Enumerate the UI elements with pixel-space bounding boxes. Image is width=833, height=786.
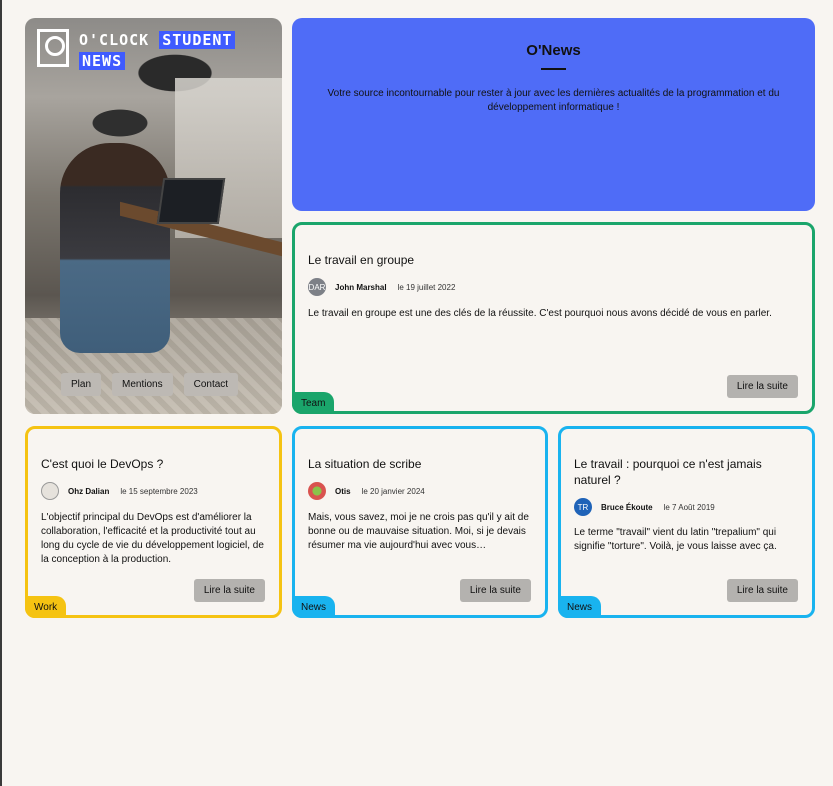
title-divider [541, 68, 566, 70]
page-edge [0, 0, 2, 786]
nav-plan-button[interactable]: Plan [61, 373, 102, 396]
article-title[interactable]: La situation de scribe [308, 456, 421, 472]
author-name: Bruce Ékoute [601, 502, 653, 512]
site-logo[interactable]: O'CLOCK STUDENT NEWS [37, 29, 236, 72]
author-avatar [41, 482, 59, 500]
article-title[interactable]: C'est quoi le DevOps ? [41, 456, 163, 472]
site-banner: O'News Votre source incontournable pour … [292, 18, 815, 211]
article-card-devops: C'est quoi le DevOps ? Ohz Dalian le 15 … [25, 426, 282, 618]
logo-text: O'CLOCK STUDENT NEWS [79, 30, 236, 72]
site-description: Votre source incontournable pour rester … [327, 88, 780, 113]
article-title[interactable]: Le travail : pourquoi ce n'est jamais na… [574, 456, 794, 488]
author-avatar: DAR [308, 278, 326, 296]
author-avatar: TR [574, 498, 592, 516]
author-avatar [308, 482, 326, 500]
author-name: John Marshal [335, 282, 387, 292]
article-meta: DAR John Marshal le 19 juillet 2022 [308, 278, 455, 296]
hero-image: O'CLOCK STUDENT NEWS Plan Mentions Conta… [25, 18, 282, 414]
nav-contact-button[interactable]: Contact [183, 373, 239, 396]
site-title: O'News [526, 42, 581, 59]
category-tag[interactable]: Work [25, 596, 67, 618]
article-meta: Ohz Dalian le 15 septembre 2023 [41, 482, 198, 500]
logo-word-oclock: O'CLOCK [79, 31, 150, 49]
article-card-travail: Le travail : pourquoi ce n'est jamais na… [558, 426, 815, 618]
article-date: le 19 juillet 2022 [397, 282, 456, 292]
article-meta: Otis le 20 janvier 2024 [308, 482, 425, 500]
article-date: le 7 Août 2019 [663, 502, 715, 512]
article-excerpt: Le terme "travail" vient du latin "trepa… [574, 527, 777, 552]
logo-word-news: NEWS [79, 52, 126, 70]
category-tag[interactable]: Team [292, 392, 335, 414]
read-more-button[interactable]: Lire la suite [726, 375, 798, 398]
main-nav: Plan Mentions Contact [61, 373, 239, 396]
article-date: le 20 janvier 2024 [361, 486, 425, 496]
hero-photo-person [60, 143, 170, 353]
article-meta: TR Bruce Ékoute le 7 Août 2019 [574, 498, 715, 516]
article-title[interactable]: Le travail en groupe [308, 252, 414, 268]
author-name: Ohz Dalian [68, 486, 110, 496]
author-name: Otis [335, 486, 351, 496]
logo-icon [37, 29, 69, 67]
article-excerpt: Mais, vous savez, moi je ne crois pas qu… [308, 512, 529, 551]
article-excerpt: L'objectif principal du DevOps est d'amé… [41, 512, 264, 565]
article-date: le 15 septembre 2023 [120, 486, 198, 496]
article-card-scribe: La situation de scribe Otis le 20 janvie… [292, 426, 548, 618]
logo-word-student: STUDENT [159, 31, 236, 49]
article-card-team: Le travail en groupe DAR John Marshal le… [292, 222, 815, 414]
hero-photo-laptop [156, 178, 226, 224]
read-more-button[interactable]: Lire la suite [726, 579, 798, 602]
read-more-button[interactable]: Lire la suite [193, 579, 265, 602]
read-more-button[interactable]: Lire la suite [459, 579, 531, 602]
nav-mentions-button[interactable]: Mentions [112, 373, 173, 396]
category-tag[interactable]: News [292, 596, 336, 618]
article-excerpt: Le travail en groupe est une des clés de… [308, 308, 772, 319]
category-tag[interactable]: News [558, 596, 602, 618]
